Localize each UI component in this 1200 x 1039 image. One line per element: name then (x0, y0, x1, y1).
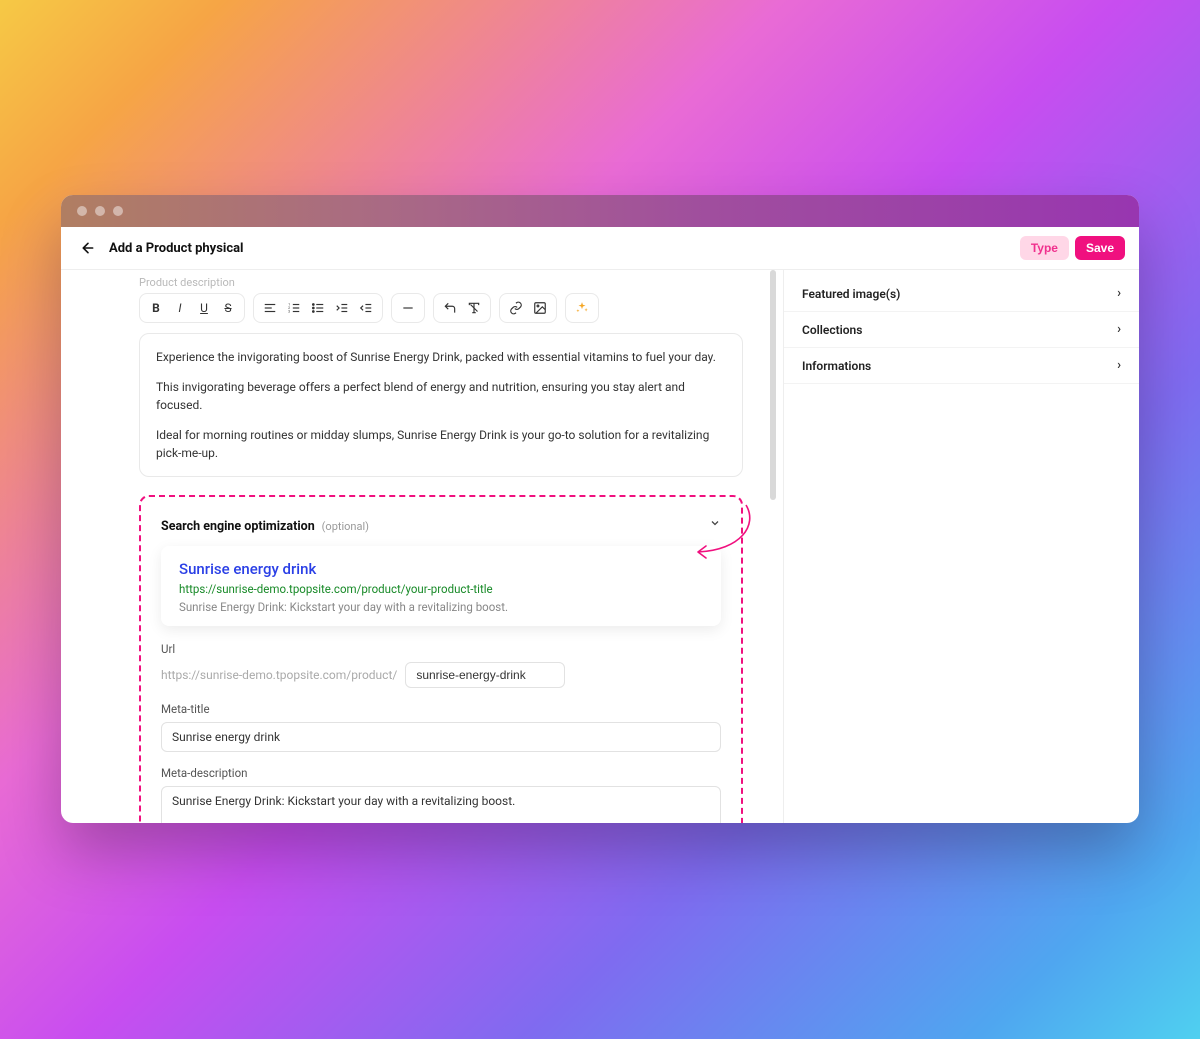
bold-icon[interactable]: B (146, 298, 166, 318)
section-label-description: Product description (139, 276, 743, 289)
sidebar: Featured image(s) › Collections › Inform… (783, 270, 1139, 823)
sidebar-item-informations[interactable]: Informations › (784, 348, 1139, 384)
strikethrough-icon[interactable]: S (218, 298, 238, 318)
chevron-right-icon: › (1117, 322, 1121, 337)
bullet-list-icon[interactable] (308, 298, 328, 318)
description-paragraph: This invigorating beverage offers a perf… (156, 378, 726, 414)
app-window: Add a Product physical Type Save Product… (61, 195, 1139, 823)
page-title: Add a Product physical (109, 241, 244, 256)
ai-sparkle-icon[interactable] (572, 298, 592, 318)
description-paragraph: Ideal for morning routines or midday slu… (156, 426, 726, 462)
serp-preview: Sunrise energy drink https://sunrise-dem… (161, 546, 721, 626)
chevron-down-icon[interactable] (709, 517, 721, 533)
seo-header[interactable]: Search engine optimization (optional) (161, 515, 721, 534)
underline-icon[interactable]: U (194, 298, 214, 318)
clear-format-icon[interactable] (464, 298, 484, 318)
italic-icon[interactable]: I (170, 298, 190, 318)
slug-input[interactable] (405, 662, 565, 688)
sidebar-item-label: Informations (802, 359, 871, 373)
sidebar-item-label: Collections (802, 323, 862, 337)
chevron-right-icon: › (1117, 358, 1121, 373)
body: Product description B I U S 123 (61, 270, 1139, 823)
ordered-list-icon[interactable]: 123 (284, 298, 304, 318)
toolbar-group-history (433, 293, 491, 323)
align-icon[interactable] (260, 298, 280, 318)
type-button[interactable]: Type (1020, 236, 1069, 260)
seo-section-title: Search engine optimization (161, 519, 315, 534)
url-label: Url (161, 642, 721, 656)
horizontal-rule-icon[interactable] (398, 298, 418, 318)
description-editor[interactable]: Experience the invigorating boost of Sun… (139, 333, 743, 477)
seo-section: Search engine optimization (optional) Su… (139, 495, 743, 823)
indent-left-icon[interactable] (356, 298, 376, 318)
traffic-light-close[interactable] (77, 206, 87, 216)
editor-toolbar: B I U S 123 (139, 293, 743, 323)
meta-description-label: Meta-description (161, 766, 721, 780)
toolbar-group-ai (565, 293, 599, 323)
meta-title-label: Meta-title (161, 702, 721, 716)
traffic-light-minimize[interactable] (95, 206, 105, 216)
svg-text:3: 3 (288, 310, 290, 314)
url-prefix: https://sunrise-demo.tpopsite.com/produc… (161, 668, 397, 682)
sidebar-item-featured-images[interactable]: Featured image(s) › (784, 276, 1139, 312)
chevron-right-icon: › (1117, 286, 1121, 301)
toolbar-group-divider (391, 293, 425, 323)
image-icon[interactable] (530, 298, 550, 318)
seo-optional-label: (optional) (322, 520, 369, 533)
sidebar-item-collections[interactable]: Collections › (784, 312, 1139, 348)
indent-right-icon[interactable] (332, 298, 352, 318)
meta-title-input[interactable] (161, 722, 721, 752)
link-icon[interactable] (506, 298, 526, 318)
undo-icon[interactable] (440, 298, 460, 318)
window-titlebar (61, 195, 1139, 227)
sidebar-item-label: Featured image(s) (802, 287, 900, 301)
serp-title: Sunrise energy drink (179, 560, 703, 578)
description-paragraph: Experience the invigorating boost of Sun… (156, 348, 726, 366)
meta-description-input[interactable] (161, 786, 721, 823)
serp-url: https://sunrise-demo.tpopsite.com/produc… (179, 582, 703, 596)
top-bar: Add a Product physical Type Save (61, 227, 1139, 270)
serp-description: Sunrise Energy Drink: Kickstart your day… (179, 600, 703, 614)
toolbar-group-text: B I U S (139, 293, 245, 323)
toolbar-group-paragraph: 123 (253, 293, 383, 323)
toolbar-group-insert (499, 293, 557, 323)
save-button[interactable]: Save (1075, 236, 1125, 260)
traffic-light-zoom[interactable] (113, 206, 123, 216)
back-button[interactable] (75, 235, 101, 261)
url-row: https://sunrise-demo.tpopsite.com/produc… (161, 662, 721, 688)
main-column: Product description B I U S 123 (61, 270, 783, 823)
